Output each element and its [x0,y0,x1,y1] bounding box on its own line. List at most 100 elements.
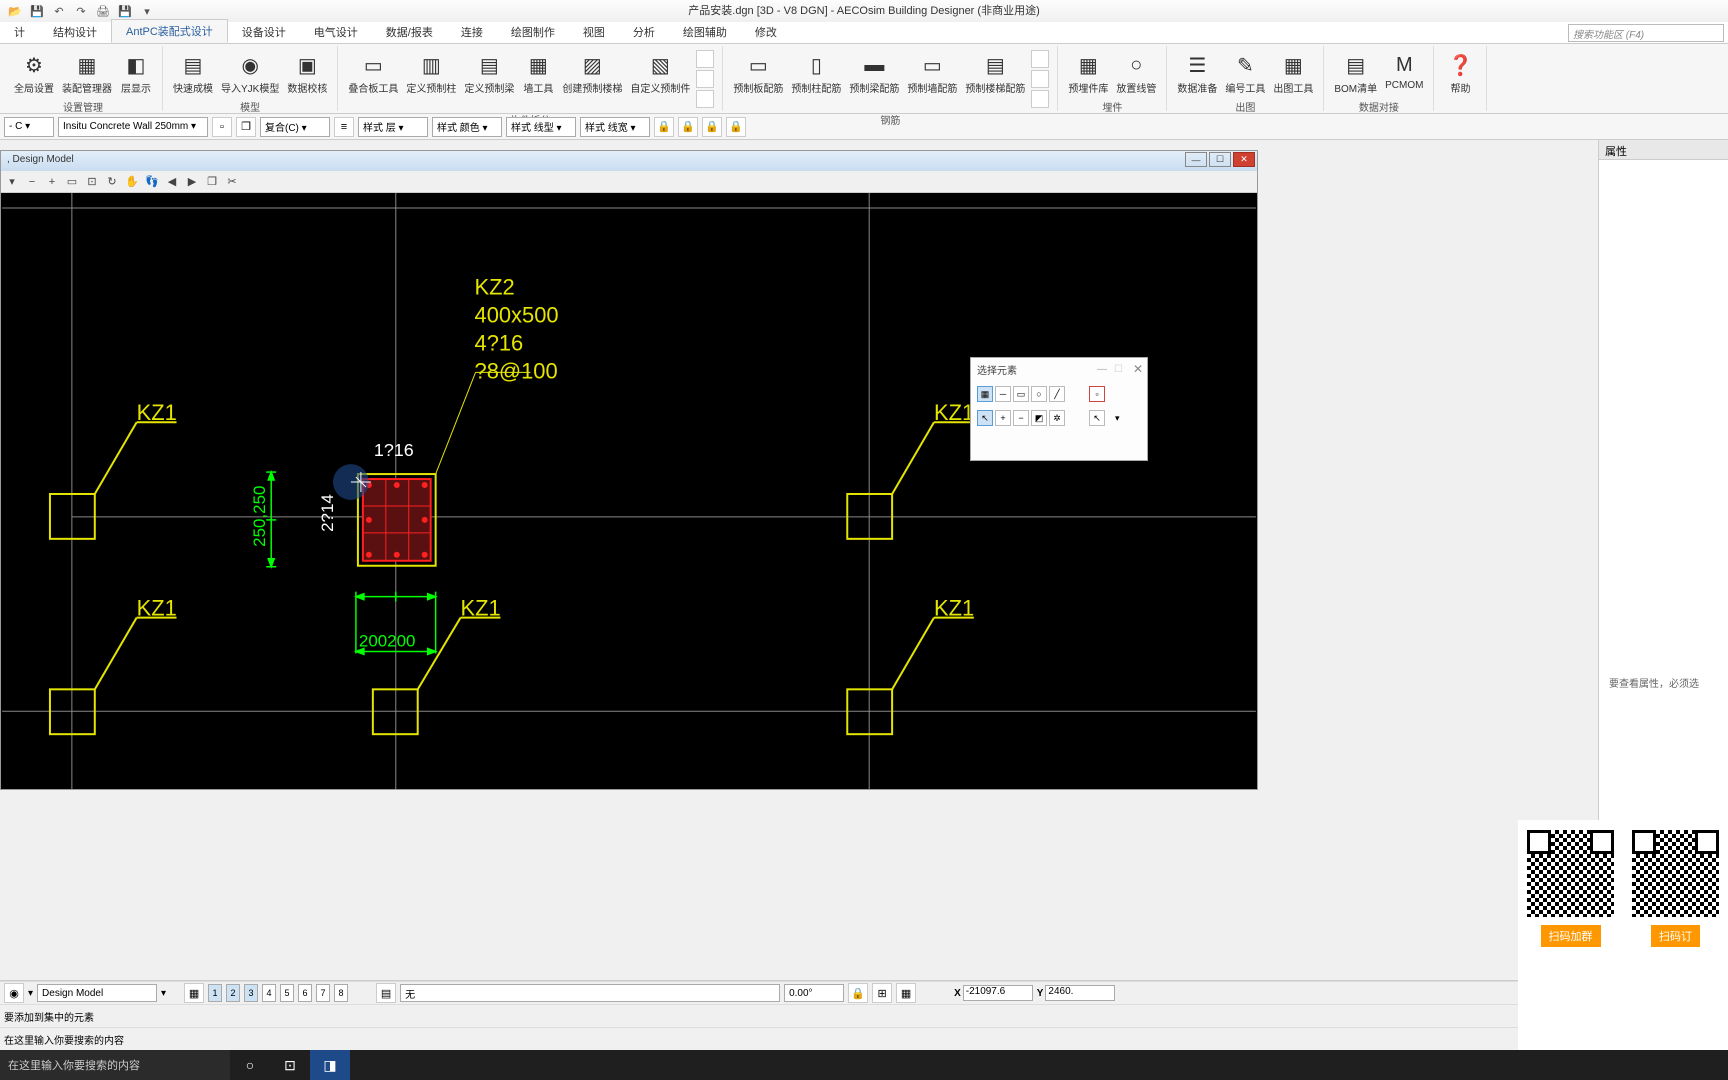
ribbon-button[interactable]: ▭预制板配筋 [729,48,787,97]
vt-zoomin-icon[interactable]: + [43,173,61,191]
ribbon-small-btn[interactable] [696,90,714,108]
ribbon-button[interactable]: ▦墙工具 [518,48,558,97]
tab-5[interactable]: 数据/报表 [372,21,447,43]
sel-mode-line-icon[interactable]: ─ [995,386,1011,402]
vt-zoomout-icon[interactable]: − [23,173,41,191]
page-3[interactable]: 3 [244,984,258,1002]
ribbon-button[interactable]: ▬预制梁配筋 [845,48,903,97]
taskbar-taskview-icon[interactable]: ⊡ [270,1050,310,1080]
vt-pan-icon[interactable]: ✋ [123,173,141,191]
ribbon-button[interactable]: ▦出图工具 [1269,48,1317,97]
ribbon-button[interactable]: ▤定义预制梁 [460,48,518,97]
sel-cursor-icon[interactable]: ↖ [1089,410,1105,426]
page-2[interactable]: 2 [226,984,240,1002]
taskbar-cortana-icon[interactable]: ○ [230,1050,270,1080]
ribbon-small-btn[interactable] [1031,90,1049,108]
sb-views-icon[interactable]: ▦ [184,983,204,1003]
sb-model-dd-arrow[interactable]: ▾ [161,988,166,999]
ribbon-button[interactable]: ▯预制柱配筋 [787,48,845,97]
qa-undo-icon[interactable]: ↶ [50,2,68,20]
x-field[interactable]: -21097.6 [963,985,1033,1001]
ribbon-button[interactable]: ▭叠合板工具 [344,48,402,97]
sel-sub-icon[interactable]: − [1013,410,1029,426]
sel-mode-block-icon[interactable]: ▭ [1013,386,1029,402]
ribbon-button[interactable]: ▦装配管理器 [58,48,116,97]
model-dd[interactable]: Design Model [37,984,157,1002]
angle-field[interactable]: 0.00° [784,984,844,1002]
sel-mode-diag-icon[interactable]: ╱ [1049,386,1065,402]
sb-lock-icon[interactable]: 🔒 [848,983,868,1003]
ribbon-small-btn[interactable] [696,50,714,68]
page-1[interactable]: 1 [208,984,222,1002]
drawing-canvas[interactable]: KZ2 400x500 4?16 ?8@100 1?16 KZ1 KZ1 KZ1… [1,193,1257,789]
sel-block-red-icon[interactable]: ▫ [1089,386,1105,402]
sb-snap-icon[interactable]: ⊞ [872,983,892,1003]
attr-linestyle-icon[interactable]: ≡ [334,117,354,137]
attr-composite-dd[interactable]: 复合(C) ▾ [260,117,330,137]
ribbon-button[interactable]: ○放置线管 [1112,48,1160,97]
view-maximize-button[interactable]: ☐ [1209,152,1231,167]
ribbon-small-btn[interactable] [696,70,714,88]
tab-6[interactable]: 连接 [447,21,497,43]
tab-4[interactable]: 电气设计 [300,21,372,43]
sb-grid-icon[interactable]: ▦ [896,983,916,1003]
ribbon-button[interactable]: ▤快速成模 [169,48,217,97]
attr-style-color-dd[interactable]: 样式 颜色 ▾ [432,117,502,137]
vt-display-icon[interactable]: ▾ [3,173,21,191]
level-dd[interactable]: 无 [400,984,780,1002]
ribbon-button[interactable]: ▤预制楼梯配筋 [961,48,1029,97]
vt-rotate-icon[interactable]: ↻ [103,173,121,191]
tab-7[interactable]: 绘图制作 [497,21,569,43]
ribbon-button[interactable]: MPCMOM [1381,48,1427,93]
attr-style-linetype-dd[interactable]: 样式 线型 ▾ [506,117,576,137]
page-4[interactable]: 4 [262,984,276,1002]
attr-wall-type-dd[interactable]: Insitu Concrete Wall 250mm ▾ [58,117,208,137]
ribbon-button[interactable]: ▨创建预制楼梯 [558,48,626,97]
taskbar-search[interactable]: 在这里输入你要搜索的内容 [0,1050,230,1080]
attr-style-layer-dd[interactable]: 样式 层 ▾ [358,117,428,137]
ribbon-small-btn[interactable] [1031,50,1049,68]
tab-3[interactable]: 设备设计 [228,21,300,43]
sel-mode-rect-icon[interactable]: ▦ [977,386,993,402]
view-minimize-button[interactable]: — [1185,152,1207,167]
ribbon-button[interactable]: ▣数据校核 [283,48,331,97]
vt-copy-icon[interactable]: ❐ [203,173,221,191]
page-7[interactable]: 7 [316,984,330,1002]
y-field[interactable]: 2460. [1045,985,1115,1001]
view-close-button[interactable]: ✕ [1233,152,1255,167]
page-5[interactable]: 5 [280,984,294,1002]
ribbon-small-btn[interactable] [1031,70,1049,88]
sel-add-icon[interactable]: + [995,410,1011,426]
vt-prev-icon[interactable]: ◀ [163,173,181,191]
float-close-icon[interactable]: ✕ [1133,362,1143,376]
vt-next-icon[interactable]: ▶ [183,173,201,191]
qa-redo-icon[interactable]: ↷ [72,2,90,20]
attr-style-lineweight-dd[interactable]: 样式 线宽 ▾ [580,117,650,137]
qa-dd-icon[interactable]: ▾ [138,2,156,20]
page-6[interactable]: 6 [298,984,312,1002]
ribbon-button[interactable]: ▤BOM清单 [1330,48,1381,97]
tab-0[interactable]: 计 [0,21,39,43]
ribbon-button[interactable]: ❓帮助 [1440,48,1480,97]
attr-lock-1-icon[interactable]: 🔒 [654,117,674,137]
sel-dd-icon[interactable]: ▾ [1115,413,1120,424]
vt-fit-icon[interactable]: ⊡ [83,173,101,191]
vt-walk-icon[interactable]: 👣 [143,173,161,191]
taskbar-app-icon[interactable]: ◨ [310,1050,350,1080]
page-8[interactable]: 8 [334,984,348,1002]
attr-btn-toggle[interactable]: ▫ [212,117,232,137]
tab-9[interactable]: 分析 [619,21,669,43]
qa-open-icon[interactable]: 📂 [6,2,24,20]
ribbon-button[interactable]: ⚙全局设置 [10,48,58,97]
tab-11[interactable]: 修改 [741,21,791,43]
ribbon-button[interactable]: ▭预制墙配筋 [903,48,961,97]
sb-render-icon[interactable]: ◉ [4,983,24,1003]
ribbon-button[interactable]: ☰数据准备 [1173,48,1221,97]
qa-print-icon[interactable]: 🖨 [94,2,112,20]
ribbon-button[interactable]: ◉导入YJK模型 [217,48,283,97]
attr-lock-4-icon[interactable]: 🔒 [726,117,746,137]
qa-disk-icon[interactable]: 💾 [116,2,134,20]
tab-2[interactable]: AntPC装配式设计 [111,19,228,43]
sel-invert-icon[interactable]: ◩ [1031,410,1047,426]
sel-gear-icon[interactable]: ✲ [1049,410,1065,426]
